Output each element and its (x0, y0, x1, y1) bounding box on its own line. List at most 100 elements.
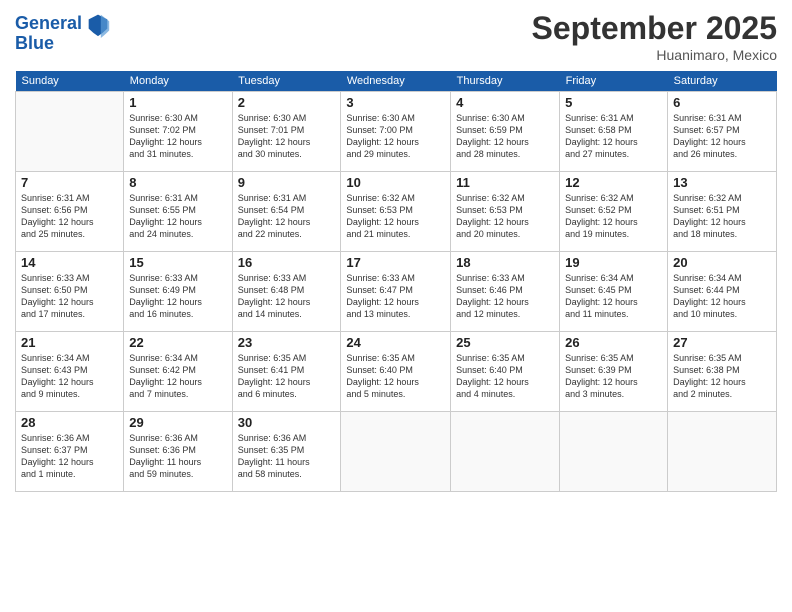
day-info: Sunrise: 6:36 AM Sunset: 6:35 PM Dayligh… (238, 432, 336, 481)
table-row: 22Sunrise: 6:34 AM Sunset: 6:42 PM Dayli… (124, 332, 232, 412)
day-info: Sunrise: 6:33 AM Sunset: 6:50 PM Dayligh… (21, 272, 118, 321)
day-info: Sunrise: 6:34 AM Sunset: 6:42 PM Dayligh… (129, 352, 226, 401)
month-title: September 2025 (532, 10, 777, 47)
day-number: 7 (21, 175, 118, 190)
day-info: Sunrise: 6:34 AM Sunset: 6:43 PM Dayligh… (21, 352, 118, 401)
day-info: Sunrise: 6:33 AM Sunset: 6:47 PM Dayligh… (346, 272, 445, 321)
day-info: Sunrise: 6:33 AM Sunset: 6:48 PM Dayligh… (238, 272, 336, 321)
table-row: 1 Sunrise: 6:30 AM Sunset: 7:02 PM Daylig… (124, 92, 232, 172)
day-info: Sunrise: 6:32 AM Sunset: 6:53 PM Dayligh… (456, 192, 554, 241)
day-info: Sunrise: 6:30 AM Sunset: 7:00 PM Dayligh… (346, 112, 445, 161)
table-row: 28Sunrise: 6:36 AM Sunset: 6:37 PM Dayli… (16, 412, 124, 492)
day-number: 17 (346, 255, 445, 270)
table-row: 11 Sunrise: 6:32 AM Sunset: 6:53 PM Dayli… (451, 172, 560, 252)
col-friday: Friday (560, 71, 668, 92)
table-row: 7 Sunrise: 6:31 AM Sunset: 6:56 PM Daylig… (16, 172, 124, 252)
day-number: 18 (456, 255, 554, 270)
col-thursday: Thursday (451, 71, 560, 92)
day-number: 5 (565, 95, 662, 110)
day-info: Sunrise: 6:36 AM Sunset: 6:36 PM Dayligh… (129, 432, 226, 481)
calendar-week-row: 21 Sunrise: 6:34 AM Sunset: 6:43 PM Dayli… (16, 332, 777, 412)
page: General Blue September 2025 Huanimaro, M… (0, 0, 792, 612)
table-row: 27 Sunrise: 6:35 AM Sunset: 6:38 PM Dayli… (668, 332, 777, 412)
day-number: 25 (456, 335, 554, 350)
day-number: 4 (456, 95, 554, 110)
day-info: Sunrise: 6:31 AM Sunset: 6:56 PM Dayligh… (21, 192, 118, 241)
day-number: 27 (673, 335, 771, 350)
day-number: 8 (129, 175, 226, 190)
table-row: 12Sunrise: 6:32 AM Sunset: 6:52 PM Dayli… (560, 172, 668, 252)
location: Huanimaro, Mexico (532, 47, 777, 63)
calendar-week-row: 28Sunrise: 6:36 AM Sunset: 6:37 PM Dayli… (16, 412, 777, 492)
day-info: Sunrise: 6:31 AM Sunset: 6:55 PM Dayligh… (129, 192, 226, 241)
day-info: Sunrise: 6:35 AM Sunset: 6:39 PM Dayligh… (565, 352, 662, 401)
calendar-header-row: Sunday Monday Tuesday Wednesday Thursday… (16, 71, 777, 92)
table-row (560, 412, 668, 492)
table-row: 6Sunrise: 6:31 AM Sunset: 6:57 PM Daylig… (668, 92, 777, 172)
table-row (341, 412, 451, 492)
day-info: Sunrise: 6:31 AM Sunset: 6:58 PM Dayligh… (565, 112, 662, 161)
calendar-table: Sunday Monday Tuesday Wednesday Thursday… (15, 71, 777, 492)
table-row: 25Sunrise: 6:35 AM Sunset: 6:40 PM Dayli… (451, 332, 560, 412)
day-info: Sunrise: 6:34 AM Sunset: 6:44 PM Dayligh… (673, 272, 771, 321)
day-number: 14 (21, 255, 118, 270)
table-row: 4 Sunrise: 6:30 AM Sunset: 6:59 PM Daylig… (451, 92, 560, 172)
table-row (16, 92, 124, 172)
day-info: Sunrise: 6:36 AM Sunset: 6:37 PM Dayligh… (21, 432, 118, 481)
day-number: 16 (238, 255, 336, 270)
table-row: 5 Sunrise: 6:31 AM Sunset: 6:58 PM Daylig… (560, 92, 668, 172)
logo-line1: General (15, 13, 82, 33)
day-number: 29 (129, 415, 226, 430)
day-info: Sunrise: 6:33 AM Sunset: 6:46 PM Dayligh… (456, 272, 554, 321)
day-info: Sunrise: 6:30 AM Sunset: 7:01 PM Dayligh… (238, 112, 336, 161)
calendar-week-row: 1 Sunrise: 6:30 AM Sunset: 7:02 PM Daylig… (16, 92, 777, 172)
day-number: 10 (346, 175, 445, 190)
day-number: 13 (673, 175, 771, 190)
day-number: 20 (673, 255, 771, 270)
table-row: 13Sunrise: 6:32 AM Sunset: 6:51 PM Dayli… (668, 172, 777, 252)
table-row: 17 Sunrise: 6:33 AM Sunset: 6:47 PM Dayli… (341, 252, 451, 332)
day-number: 2 (238, 95, 336, 110)
calendar-week-row: 7 Sunrise: 6:31 AM Sunset: 6:56 PM Daylig… (16, 172, 777, 252)
logo-icon (84, 10, 112, 38)
table-row: 9Sunrise: 6:31 AM Sunset: 6:54 PM Daylig… (232, 172, 341, 252)
table-row: 18 Sunrise: 6:33 AM Sunset: 6:46 PM Dayli… (451, 252, 560, 332)
calendar-week-row: 14 Sunrise: 6:33 AM Sunset: 6:50 PM Dayli… (16, 252, 777, 332)
day-info: Sunrise: 6:32 AM Sunset: 6:52 PM Dayligh… (565, 192, 662, 241)
table-row: 2 Sunrise: 6:30 AM Sunset: 7:01 PM Daylig… (232, 92, 341, 172)
col-wednesday: Wednesday (341, 71, 451, 92)
day-info: Sunrise: 6:35 AM Sunset: 6:41 PM Dayligh… (238, 352, 336, 401)
col-saturday: Saturday (668, 71, 777, 92)
table-row: 8 Sunrise: 6:31 AM Sunset: 6:55 PM Daylig… (124, 172, 232, 252)
col-tuesday: Tuesday (232, 71, 341, 92)
table-row: 15Sunrise: 6:33 AM Sunset: 6:49 PM Dayli… (124, 252, 232, 332)
logo: General Blue (15, 10, 112, 54)
table-row: 26 Sunrise: 6:35 AM Sunset: 6:39 PM Dayli… (560, 332, 668, 412)
day-info: Sunrise: 6:32 AM Sunset: 6:53 PM Dayligh… (346, 192, 445, 241)
table-row (451, 412, 560, 492)
day-number: 26 (565, 335, 662, 350)
day-info: Sunrise: 6:30 AM Sunset: 6:59 PM Dayligh… (456, 112, 554, 161)
table-row: 30 Sunrise: 6:36 AM Sunset: 6:35 PM Dayli… (232, 412, 341, 492)
day-info: Sunrise: 6:30 AM Sunset: 7:02 PM Dayligh… (129, 112, 226, 161)
day-info: Sunrise: 6:35 AM Sunset: 6:40 PM Dayligh… (346, 352, 445, 401)
logo-text: General (15, 14, 82, 34)
table-row: 19Sunrise: 6:34 AM Sunset: 6:45 PM Dayli… (560, 252, 668, 332)
day-number: 11 (456, 175, 554, 190)
day-number: 21 (21, 335, 118, 350)
day-number: 19 (565, 255, 662, 270)
table-row: 14 Sunrise: 6:33 AM Sunset: 6:50 PM Dayli… (16, 252, 124, 332)
day-info: Sunrise: 6:35 AM Sunset: 6:38 PM Dayligh… (673, 352, 771, 401)
title-block: September 2025 Huanimaro, Mexico (532, 10, 777, 63)
day-number: 24 (346, 335, 445, 350)
day-number: 30 (238, 415, 336, 430)
table-row: 3 Sunrise: 6:30 AM Sunset: 7:00 PM Daylig… (341, 92, 451, 172)
day-number: 3 (346, 95, 445, 110)
day-info: Sunrise: 6:33 AM Sunset: 6:49 PM Dayligh… (129, 272, 226, 321)
table-row: 16 Sunrise: 6:33 AM Sunset: 6:48 PM Dayli… (232, 252, 341, 332)
table-row: 24 Sunrise: 6:35 AM Sunset: 6:40 PM Dayli… (341, 332, 451, 412)
day-number: 1 (129, 95, 226, 110)
col-monday: Monday (124, 71, 232, 92)
table-row: 29 Sunrise: 6:36 AM Sunset: 6:36 PM Dayli… (124, 412, 232, 492)
day-info: Sunrise: 6:31 AM Sunset: 6:57 PM Dayligh… (673, 112, 771, 161)
